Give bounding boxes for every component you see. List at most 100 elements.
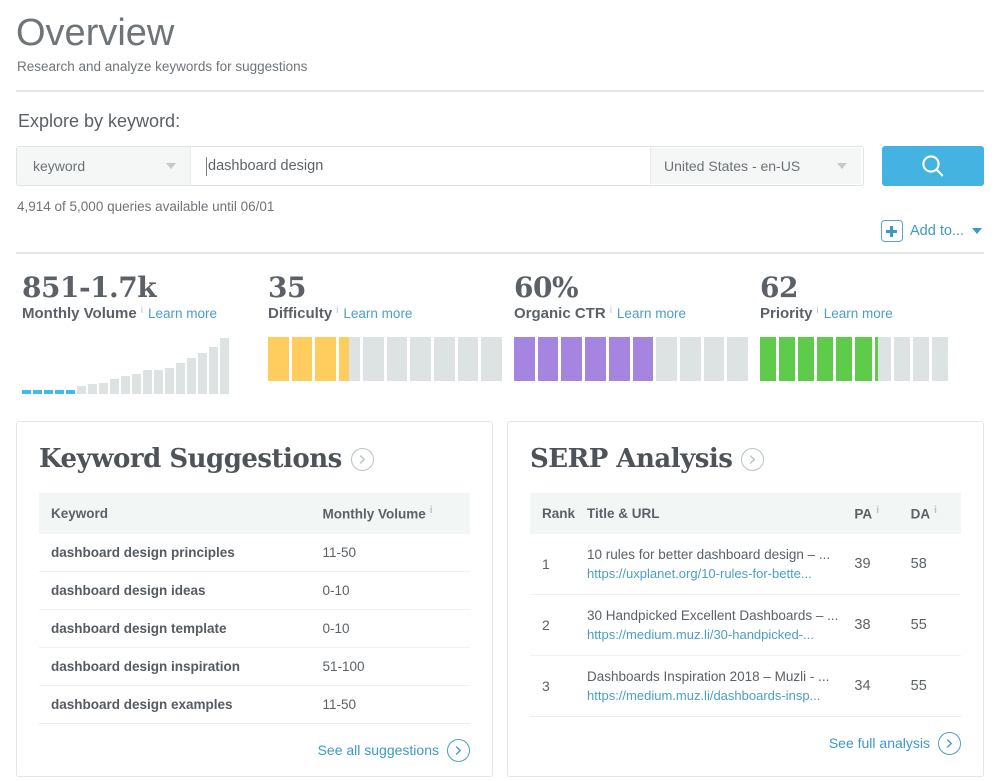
serp-analysis-panel: SERP Analysis Rank Title & URL PAi DAi 1… [507,421,984,777]
text-cursor [206,157,207,176]
chevron-right-circle-icon[interactable] [351,448,374,471]
info-icon[interactable]: i [610,305,612,316]
gauge-difficulty [268,337,502,381]
search-input[interactable]: dashboard design [191,147,651,185]
metric-value: 60% [514,272,748,304]
see-full-analysis-link[interactable]: See full analysis [829,735,930,751]
learn-more-link[interactable]: Learn more [343,305,412,323]
chevron-right-circle-icon[interactable] [741,448,764,471]
add-to-button[interactable]: Add to... [881,220,982,242]
sparkline-bar [77,386,86,394]
column-header-rank[interactable]: Rank [530,493,575,534]
cell-keyword: dashboard design template [39,609,311,647]
gauge-segment [913,337,929,381]
sparkline-bar [110,379,119,394]
table-row[interactable]: 230 Handpicked Excellent Dashboards – ..… [530,594,961,655]
table-row[interactable]: dashboard design inspiration51-100 [39,647,470,685]
metric-value: 35 [268,272,502,304]
gauge-organic-ctr [514,337,748,381]
search-icon [920,153,946,179]
chevron-down-icon [166,163,176,169]
see-all-suggestions-link[interactable]: See all suggestions [318,742,439,758]
info-icon[interactable]: i [934,505,937,516]
table-row[interactable]: dashboard design principles11-50 [39,534,470,572]
gauge-segment [855,337,871,381]
info-icon[interactable]: i [336,305,338,316]
keyword-type-select[interactable]: keyword [17,147,191,185]
info-icon[interactable]: i [817,305,819,316]
sparkline-bar [154,370,163,394]
cell-da: 55 [905,655,961,716]
cell-monthly-volume: 0-10 [311,571,470,609]
result-url-link[interactable]: https://medium.muz.li/dashboards-insp... [587,686,838,705]
pa-value: 38 [854,617,870,633]
cell-pa: 34 [848,655,904,716]
metric-card-priority: 62PriorityiLearn more [748,272,948,394]
result-url-link[interactable]: https://medium.muz.li/30-handpicked-... [587,625,838,644]
table-row[interactable]: 3Dashboards Inspiration 2018 – Muzli - .… [530,655,961,716]
sparkline-bar [165,368,174,394]
page-title: Overview [16,10,984,56]
table-row[interactable]: dashboard design template0-10 [39,609,470,647]
column-header-da[interactable]: DAi [905,493,961,534]
sparkline-bar [143,370,152,394]
info-icon[interactable]: i [430,505,433,516]
add-to-label: Add to... [910,223,964,239]
gauge-segment [656,337,677,381]
table-row[interactable]: dashboard design examples11-50 [39,685,470,723]
info-icon[interactable]: i [876,505,879,516]
metric-value: 62 [760,272,948,304]
column-header-keyword[interactable]: Keyword [39,493,311,534]
cell-monthly-volume: 0-10 [311,609,470,647]
learn-more-link[interactable]: Learn more [617,305,686,323]
column-header-da-label: DA [911,507,931,522]
sparkline-bar [187,358,196,394]
search-box: keyword dashboard design United States -… [16,146,864,186]
column-header-title-url[interactable]: Title & URL [575,493,848,534]
learn-more-link[interactable]: Learn more [148,305,217,323]
pa-value: 34 [854,678,870,694]
info-icon[interactable]: i [141,305,143,316]
gauge-segment [538,337,559,381]
gauge-segment [434,337,455,381]
location-select[interactable]: United States - en-US [651,148,861,184]
gauge-segment [561,337,582,381]
table-header-row: Rank Title & URL PAi DAi [530,493,961,534]
sparkline-bar [88,384,97,394]
table-row[interactable]: 110 rules for better dashboard design – … [530,534,961,595]
sparkline-bar [220,338,229,394]
column-header-pa[interactable]: PAi [848,493,904,534]
gauge-segment [894,337,910,381]
chevron-right-circle-icon[interactable] [938,732,961,755]
add-to-row: Add to... [0,214,1000,242]
da-value: 58 [911,556,927,572]
result-title: 10 rules for better dashboard design – .… [587,545,838,564]
metric-card-monthly-volume: 851-1.7kMonthly VolumeiLearn more [10,272,256,394]
cell-title-url: 30 Handpicked Excellent Dashboards – ...… [575,594,848,655]
gauge-segment [779,337,795,381]
learn-more-link[interactable]: Learn more [824,305,893,323]
search-button[interactable] [882,146,984,186]
table-row[interactable]: dashboard design ideas0-10 [39,571,470,609]
result-url-link[interactable]: https://uxplanet.org/10-rules-for-bette.… [587,564,838,583]
queries-available-note: 4,914 of 5,000 queries available until 0… [0,190,1000,214]
result-title: 30 Handpicked Excellent Dashboards – ... [587,606,838,625]
metric-card-organic-ctr: 60%Organic CTRiLearn more [502,272,748,394]
cell-title-url: Dashboards Inspiration 2018 – Muzli - ..… [575,655,848,716]
keyword-suggestions-table: Keyword Monthly Volumei dashboard design… [39,493,470,724]
sparkline-bar [66,390,75,394]
page-header: Overview Research and analyze keywords f… [0,0,1000,76]
cell-keyword: dashboard design ideas [39,571,311,609]
da-value: 55 [911,617,927,633]
sparkline-bar [22,390,31,394]
plus-icon [881,220,903,242]
keyword-type-value: keyword [33,158,166,174]
gauge-priority [760,337,948,381]
chevron-right-circle-icon[interactable] [447,739,470,762]
sparkline-bar [33,390,42,394]
gauge-segment [363,337,384,381]
sparkline-bar [209,347,218,394]
column-header-monthly-volume[interactable]: Monthly Volumei [311,493,470,534]
keyword-suggestions-header: Keyword Suggestions [39,444,470,474]
sparkline-bar [198,353,207,394]
